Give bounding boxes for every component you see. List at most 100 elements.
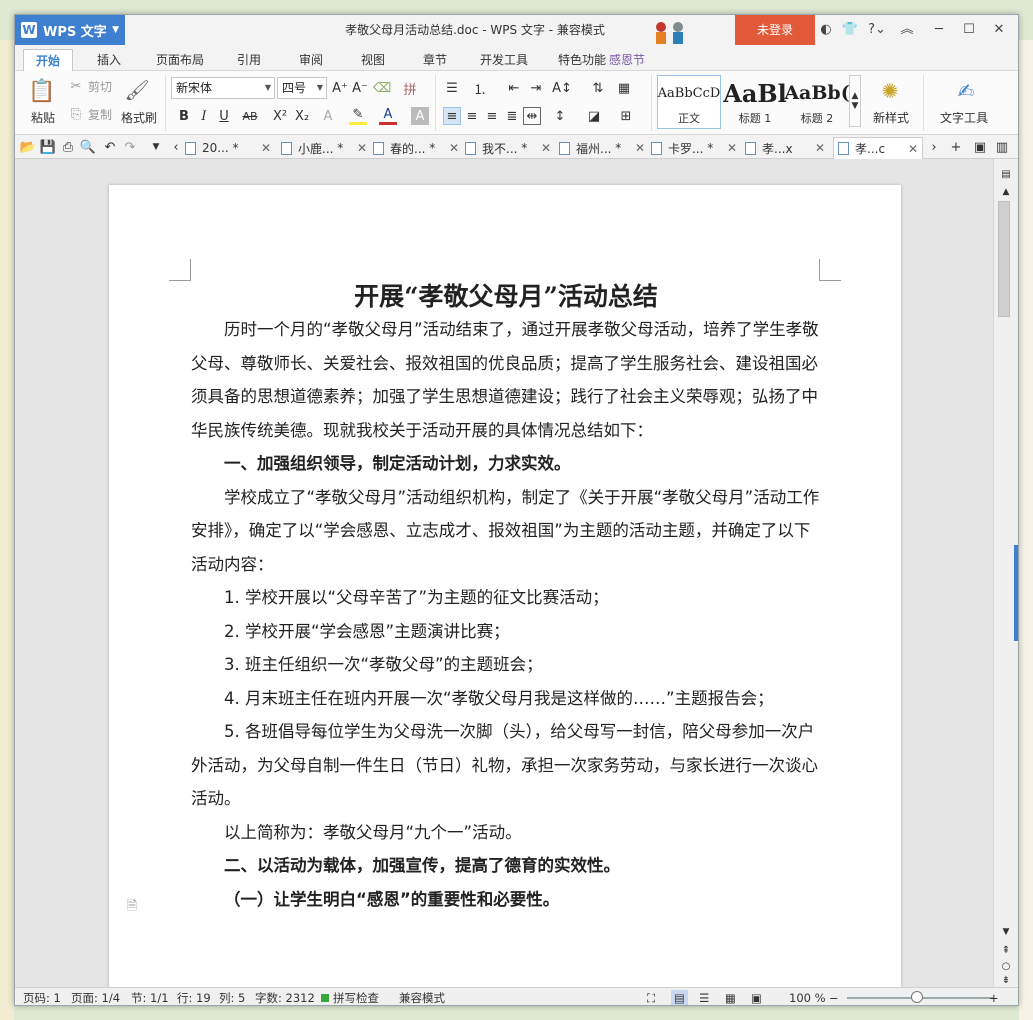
status-page-number[interactable]: 页码: 1: [23, 990, 61, 1005]
promo-label[interactable]: 感恩节: [605, 49, 649, 71]
web-view-icon[interactable]: ▦: [725, 990, 736, 1005]
close-tab-icon[interactable]: ✕: [541, 141, 551, 155]
status-word-count[interactable]: 字数: 2312: [255, 990, 315, 1005]
tab-chapter[interactable]: 章节: [415, 49, 455, 71]
grow-font-icon[interactable]: A⁺: [331, 79, 349, 97]
tab-review[interactable]: 审阅: [291, 49, 331, 71]
format-painter-icon[interactable]: 🖌: [124, 77, 149, 103]
distribute-icon[interactable]: ⇹: [523, 107, 541, 125]
tab-references[interactable]: 引用: [229, 49, 269, 71]
paste-icon[interactable]: 📋: [28, 77, 55, 105]
doc-tab[interactable]: 卡罗... * ✕: [651, 137, 737, 159]
style-normal[interactable]: AaBbCcD 正文: [657, 75, 721, 129]
scroll-down-icon[interactable]: ▼: [997, 923, 1015, 941]
tab-settings-icon[interactable]: ▥: [993, 138, 1011, 156]
doc-tab[interactable]: 福州... * ✕: [559, 137, 645, 159]
tab-insert[interactable]: 插入: [89, 49, 129, 71]
print-icon[interactable]: ⎙: [59, 138, 77, 156]
doc-tab[interactable]: 20... * ✕: [185, 137, 271, 159]
doc-tab[interactable]: 孝...x ✕: [745, 137, 825, 159]
line-spacing-icon[interactable]: ↕: [551, 107, 569, 125]
scrollbar-thumb[interactable]: [998, 201, 1010, 317]
undo-icon[interactable]: ↶: [101, 138, 119, 156]
font-size-select[interactable]: 四号 ▼: [277, 77, 327, 99]
char-shading-icon[interactable]: A: [411, 107, 429, 125]
app-menu-button[interactable]: W WPS 文字 ▼: [15, 15, 125, 45]
align-right-icon[interactable]: ≡: [483, 107, 501, 125]
text-effect-icon[interactable]: A: [319, 107, 337, 125]
fullscreen-view-icon[interactable]: ⛶: [647, 990, 655, 1005]
table-grid-icon[interactable]: ▦: [615, 79, 633, 97]
tab-developer[interactable]: 开发工具: [473, 49, 535, 71]
tabs-left-icon[interactable]: ‹: [167, 138, 185, 156]
shrink-font-icon[interactable]: A⁻: [351, 79, 369, 97]
open-folder-icon[interactable]: 📂: [19, 138, 37, 156]
copy-button[interactable]: 复制: [85, 105, 115, 123]
subscript-icon[interactable]: X₂: [293, 107, 311, 125]
tab-view[interactable]: 视图: [353, 49, 393, 71]
styles-scroll-icon[interactable]: ▲ ▼: [849, 75, 861, 127]
font-color-icon[interactable]: A: [379, 107, 397, 125]
tab-home[interactable]: 开始: [23, 49, 73, 71]
strikethrough-icon[interactable]: AB: [241, 107, 259, 125]
scroll-up-icon[interactable]: ▲: [997, 183, 1015, 201]
close-tab-icon[interactable]: ✕: [635, 141, 645, 155]
new-style-icon[interactable]: ✺: [877, 77, 903, 105]
minimize-icon[interactable]: ─: [927, 15, 951, 45]
text-tools-icon[interactable]: ✍: [953, 77, 979, 105]
zoom-in-icon[interactable]: +: [989, 990, 999, 1005]
italic-icon[interactable]: I: [195, 107, 213, 125]
font-name-select[interactable]: 新宋体 ▼: [171, 77, 275, 99]
bold-icon[interactable]: B: [175, 107, 193, 125]
zoom-level[interactable]: 100 %: [789, 990, 826, 1005]
zoom-slider-handle[interactable]: [911, 991, 923, 1003]
help-icon[interactable]: ?⌄: [865, 15, 889, 45]
underline-icon[interactable]: U: [215, 107, 233, 125]
doc-tab[interactable]: 小鹿... * ✕: [281, 137, 367, 159]
paragraph-shading-icon[interactable]: ◪: [585, 107, 603, 125]
new-tab-icon[interactable]: +: [947, 138, 965, 156]
bullet-list-icon[interactable]: ☰: [443, 79, 461, 97]
tab-list-icon[interactable]: ▣: [971, 138, 989, 156]
split-view-icon[interactable]: ▤: [997, 165, 1015, 183]
outline-view-icon[interactable]: ☰: [699, 990, 709, 1005]
document-body[interactable]: 开展“孝敬父母月”活动总结 历时一个月的“孝敬父母月”活动结束了，通过开展孝敬父…: [191, 277, 821, 916]
sort-icon[interactable]: ⇅: [589, 79, 607, 97]
close-icon[interactable]: ✕: [987, 15, 1011, 45]
zoom-out-icon[interactable]: −: [829, 990, 839, 1005]
save-icon[interactable]: 💾: [39, 138, 57, 156]
maximize-icon[interactable]: ☐: [957, 15, 981, 45]
read-view-icon[interactable]: ▣: [751, 990, 762, 1005]
justify-icon[interactable]: ≣: [503, 107, 521, 125]
skin-icon[interactable]: ◐: [817, 15, 835, 45]
tabs-right-icon[interactable]: ›: [925, 138, 943, 156]
superscript-icon[interactable]: X²: [271, 107, 289, 125]
paste-button[interactable]: 粘贴: [23, 109, 63, 125]
tab-features[interactable]: 特色功能: [551, 49, 613, 71]
close-tab-icon[interactable]: ✕: [727, 141, 737, 155]
format-painter-button[interactable]: 格式刷: [119, 109, 159, 125]
align-left-icon[interactable]: ≡: [443, 107, 461, 125]
close-tab-icon[interactable]: ✕: [449, 141, 459, 155]
redo-icon[interactable]: ↷: [121, 138, 139, 156]
close-tab-icon[interactable]: ✕: [357, 141, 367, 155]
document-page[interactable]: 开展“孝敬父母月”活动总结 历时一个月的“孝敬父母月”活动结束了，通过开展孝敬父…: [109, 185, 901, 995]
decrease-indent-icon[interactable]: ⇤: [505, 79, 523, 97]
clear-format-icon[interactable]: ⌫: [373, 79, 391, 97]
increase-indent-icon[interactable]: ⇥: [527, 79, 545, 97]
pinyin-icon[interactable]: 拼: [401, 79, 419, 98]
text-direction-icon[interactable]: A↕: [552, 79, 572, 97]
cut-button[interactable]: 剪切: [85, 77, 115, 95]
close-tab-icon[interactable]: ✕: [908, 142, 918, 156]
paragraph-marker-icon[interactable]: 🗎: [123, 899, 141, 917]
doc-tab[interactable]: 我不... * ✕: [465, 137, 551, 159]
border-icon[interactable]: ⊞: [617, 107, 635, 125]
print-preview-icon[interactable]: 🔍: [79, 138, 97, 156]
status-pages[interactable]: 页面: 1/4: [71, 990, 120, 1005]
status-spellcheck[interactable]: 拼写检查: [333, 990, 379, 1005]
style-heading-2[interactable]: AaBb( 标题 2: [784, 75, 849, 129]
page-view-icon[interactable]: ▤: [671, 990, 688, 1005]
quick-access-dropdown-icon[interactable]: ▼: [147, 138, 165, 156]
shirt-icon[interactable]: 👕: [841, 15, 859, 45]
text-tools-button[interactable]: 文字工具: [933, 109, 995, 125]
